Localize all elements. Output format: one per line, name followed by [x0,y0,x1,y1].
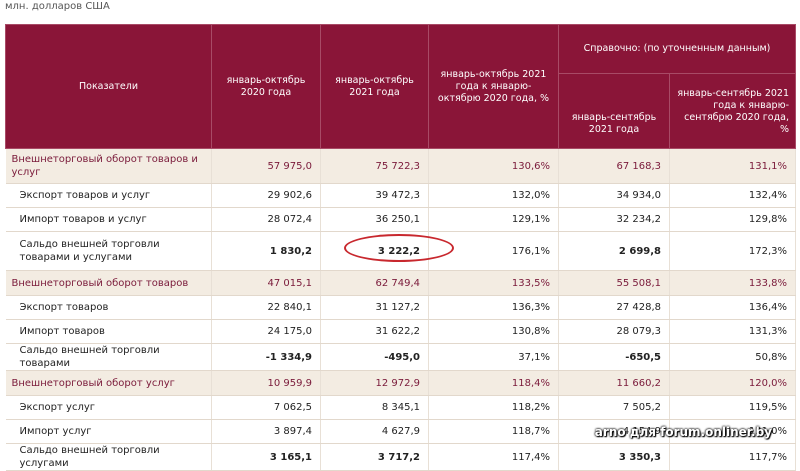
cell-value: 24 175,0 [211,319,321,344]
cell-value: 28 072,4 [211,207,321,232]
cell-value: 4 627,9 [320,419,429,444]
cell-value: 1 830,2 [211,231,321,271]
row-name: Импорт товаров и услуг [5,207,212,232]
cell-value: 37,1% [428,343,559,371]
cell-value: 3 897,4 [211,419,321,444]
cell-value: -495,0 [320,343,429,371]
cell-value: 7 505,2 [558,395,670,420]
cell-value: 11 660,2 [558,370,670,396]
cell-value: 34 934,0 [558,183,670,208]
cell-value: 132,4% [669,183,796,208]
cell-value: 172,3% [669,231,796,271]
row-name: Экспорт услуг [5,395,212,420]
cell-value: 8 345,1 [320,395,429,420]
cell-value: 117,4% [428,443,559,471]
cell-value: 67 168,3 [558,148,670,184]
cell-value: 120,0% [669,370,796,396]
cell-value: 131,3% [669,319,796,344]
row-name: Внешнеторговый оборот услуг [5,370,212,396]
unit-note: млн. долларов США [5,1,110,12]
cell-value: 28 079,3 [558,319,670,344]
row-name: Экспорт товаров [5,295,212,320]
row-name: Экспорт товаров и услуг [5,183,212,208]
cell-value: 118,4% [428,370,559,396]
row-name: Импорт товаров [5,319,212,344]
cell-value: 12 972,9 [320,370,429,396]
table-row: Внешнеторговый оборот товаров 47 015,1 6… [5,270,796,296]
table-header: Показатели январь-октябрь 2020 года янва… [5,24,796,149]
table-row: Экспорт товаров и услуг 29 902,6 39 472,… [5,183,796,208]
cell-value: 132,0% [428,183,559,208]
cell-value: 31 127,2 [320,295,429,320]
table-row: Сальдо внешней торговли товарами -1 334,… [5,343,796,371]
cell-value: 27 428,8 [558,295,670,320]
cell-value: 129,1% [428,207,559,232]
table-row: Импорт товаров 24 175,0 31 622,2 130,8% … [5,319,796,344]
cell-value: 75 722,3 [320,148,429,184]
cell-value: 133,8% [669,270,796,296]
row-name: Импорт услуг [5,419,212,444]
header-jan-sep-growth: январь-сентябрь 2021 года к январю-сентя… [669,73,796,149]
cell-value: 7 062,5 [211,395,321,420]
row-name: Сальдо внешней торговли услугами [5,443,212,471]
cell-value: 29 902,6 [211,183,321,208]
header-reference-group: Справочно: (по уточненным данным) [558,24,796,74]
cell-value: 129,8% [669,207,796,232]
cell-value: 3 165,1 [211,443,321,471]
cell-value: 119,5% [669,395,796,420]
row-name: Внешнеторговый оборот товаров [5,270,212,296]
cell-value: 118,2% [428,395,559,420]
cell-value: 10 959,9 [211,370,321,396]
cell-value: -1 334,9 [211,343,321,371]
row-name: Внешнеторговый оборот товаров и услуг [5,148,212,184]
cell-value: 136,3% [428,295,559,320]
table-row: Сальдо внешней торговли услугами 3 165,1… [5,443,796,471]
cell-value: 39 472,3 [320,183,429,208]
watermark: arno для forum.onliner.by [594,425,772,439]
highlight-ellipse [344,234,454,262]
cell-value: 117,7% [669,443,796,471]
header-jan-sep-2021: январь-сентябрь 2021 года [558,73,670,149]
cell-value: 50,8% [669,343,796,371]
cell-value: 3 717,2 [320,443,429,471]
header-jan-oct-2020: январь-октябрь 2020 года [211,24,321,149]
table-row: Внешнеторговый оборот товаров и услуг 57… [5,148,796,184]
table-body: Внешнеторговый оборот товаров и услуг 57… [5,148,796,471]
cell-value: 131,1% [669,148,796,184]
table-row: Экспорт услуг 7 062,5 8 345,1 118,2% 7 5… [5,395,796,420]
cell-value: 57 975,0 [211,148,321,184]
cell-value: 22 840,1 [211,295,321,320]
cell-value: 62 749,4 [320,270,429,296]
cell-value: 2 699,8 [558,231,670,271]
row-name: Сальдо внешней торговли товарами и услуг… [5,231,212,271]
header-growth-rate: январь-октябрь 2021 года к январю-октябр… [428,24,559,149]
cell-value: -650,5 [558,343,670,371]
table-row: Импорт товаров и услуг 28 072,4 36 250,1… [5,207,796,232]
cell-value: 47 015,1 [211,270,321,296]
header-jan-oct-2021: январь-октябрь 2021 года [320,24,429,149]
cell-value: 32 234,2 [558,207,670,232]
cell-value: 3 350,3 [558,443,670,471]
cell-value: 36 250,1 [320,207,429,232]
cell-value: 55 508,1 [558,270,670,296]
table-row: Экспорт товаров 22 840,1 31 127,2 136,3%… [5,295,796,320]
cell-value: 31 622,2 [320,319,429,344]
cell-value: 130,6% [428,148,559,184]
cell-value: 130,8% [428,319,559,344]
cell-value: 136,4% [669,295,796,320]
cell-value: 133,5% [428,270,559,296]
header-indicators: Показатели [5,24,212,149]
table-row: Внешнеторговый оборот услуг 10 959,9 12 … [5,370,796,396]
row-name: Сальдо внешней торговли товарами [5,343,212,371]
cell-value: 118,7% [428,419,559,444]
